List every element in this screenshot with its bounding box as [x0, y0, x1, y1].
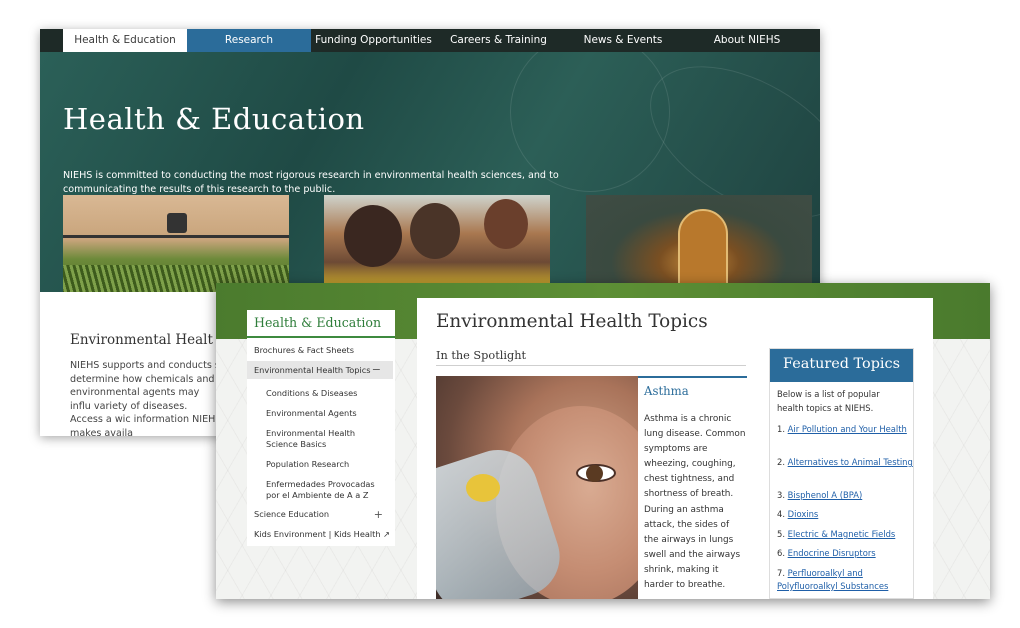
sidebar-item-label: Population Research [266, 459, 350, 469]
featured-topic-item: 6. Endocrine Disruptors [777, 547, 913, 560]
featured-topic-item: 7. Perfluoroalkyl and Polyfluoroalkyl Su… [777, 567, 913, 593]
sprayer-boom [63, 235, 289, 238]
featured-topic-link[interactable]: Air Pollution and Your Health [788, 424, 907, 434]
sidebar-item-label: Brochures & Fact Sheets [254, 345, 354, 355]
sidebar-item-label: Conditions & Diseases [266, 388, 358, 398]
list-number: 5. [777, 529, 785, 539]
featured-topic-link[interactable]: Dioxins [788, 509, 819, 519]
list-number: 3. [777, 490, 785, 500]
sidebar-item-conditions-diseases[interactable]: Conditions & Diseases [247, 388, 387, 399]
sidebar-item-environmental-health-topics[interactable]: Environmental Health Topics − [247, 361, 393, 379]
list-number: 7. [777, 568, 785, 578]
featured-topic-link[interactable]: Bisphenol A (BPA) [788, 490, 863, 500]
spotlight-heading: In the Spotlight [436, 349, 527, 362]
featured-topic-item: 3. Bisphenol A (BPA) [777, 489, 913, 502]
featured-topic-link[interactable]: Alternatives to Animal Testing [788, 457, 913, 467]
featured-topic-link[interactable]: Endocrine Disruptors [788, 548, 876, 558]
list-number: 1. [777, 424, 785, 434]
student-figure [484, 199, 528, 249]
sidebar-item-label: Environmental Health Science Basics [266, 428, 356, 449]
sidebar-item-label: Science Education [254, 509, 330, 519]
student-figure [410, 203, 460, 259]
list-number: 4. [777, 509, 785, 519]
collapse-icon[interactable]: − [372, 361, 381, 379]
back-card-title[interactable]: Environmental Healt [70, 332, 213, 348]
hero-title: Health & Education [63, 102, 365, 136]
nav-about-niehs[interactable]: About NIEHS [685, 29, 809, 52]
screenshot-stage: Health & Education Research Funding Oppo… [0, 0, 1020, 628]
featured-topic-item: 1. Air Pollution and Your Health [777, 423, 913, 436]
sidebar-item-ehs-basics[interactable]: Environmental Health Science Basics [247, 428, 387, 450]
back-card-text: NIEHS supports and conducts s determine … [70, 360, 222, 436]
featured-topics-intro: Below is a list of popular health topics… [777, 389, 880, 413]
sidebar-item-label: Environmental Health Topics [254, 365, 371, 375]
student-figure [344, 205, 402, 267]
featured-topics-panel: Featured Topics Below is a list of popul… [769, 348, 914, 599]
list-number: 6. [777, 548, 785, 558]
front-window: Health & Education Brochures & Fact Shee… [216, 283, 990, 599]
featured-topic-link[interactable]: Electric & Magnetic Fields [788, 529, 896, 539]
nav-health-education[interactable]: Health & Education [63, 29, 187, 52]
sidebar-item-brochures[interactable]: Brochures & Fact Sheets [247, 345, 395, 356]
inhaler-valve [466, 474, 500, 502]
child-pupil [586, 465, 603, 482]
divider [436, 365, 746, 366]
hero-description: NIEHS is committed to conducting the mos… [63, 170, 559, 195]
nav-funding-opportunities[interactable]: Funding Opportunities [311, 29, 436, 52]
nav-research[interactable]: Research [187, 29, 311, 52]
asthma-spotlight-image[interactable] [436, 376, 638, 599]
sidebar-item-environmental-agents[interactable]: Environmental Agents [247, 408, 387, 419]
spotlight-text-panel: Asthma Asthma is a chronic lung disease.… [638, 376, 747, 599]
tractor [167, 213, 187, 233]
top-navigation: Health & Education Research Funding Oppo… [40, 29, 820, 52]
featured-topic-link[interactable]: Perfluoroalkyl and Polyfluoroalkyl Subst… [777, 568, 888, 591]
main-content: Environmental Health Topics In the Spotl… [417, 298, 933, 599]
sidebar-item-science-education[interactable]: Science Education + [247, 509, 395, 520]
featured-topics-heading: Featured Topics [770, 349, 913, 382]
chemistry-flask-image[interactable] [586, 195, 812, 291]
featured-topic-item: 5. Electric & Magnetic Fields [777, 528, 913, 541]
students-image[interactable] [324, 195, 550, 291]
sidebar-title[interactable]: Health & Education [247, 310, 395, 338]
flask [678, 209, 728, 291]
page-title: Environmental Health Topics [436, 311, 708, 332]
expand-icon[interactable]: + [374, 509, 383, 520]
featured-topic-item: 4. Dioxins [777, 508, 913, 521]
sidebar-item-label: Enfermedades Provocadas por el Ambiente … [266, 479, 375, 500]
spotlight-title[interactable]: Asthma [644, 384, 689, 398]
sidebar-item-label: Kids Environment | Kids Health ↗ [254, 529, 391, 539]
sidebar-item-kids-environment[interactable]: Kids Environment | Kids Health ↗ [247, 529, 395, 540]
featured-topic-item: 2. Alternatives to Animal Testing [777, 456, 913, 469]
nav-news-events[interactable]: News & Events [561, 29, 685, 52]
nav-careers-training[interactable]: Careers & Training [436, 29, 561, 52]
sidebar-item-enfermedades[interactable]: Enfermedades Provocadas por el Ambiente … [247, 479, 387, 501]
list-number: 2. [777, 457, 785, 467]
spotlight-body: Asthma is a chronic lung disease. Common… [644, 414, 746, 591]
sidebar: Health & Education Brochures & Fact Shee… [247, 310, 395, 546]
sidebar-item-population-research[interactable]: Population Research [247, 459, 387, 470]
sidebar-item-label: Environmental Agents [266, 408, 357, 418]
